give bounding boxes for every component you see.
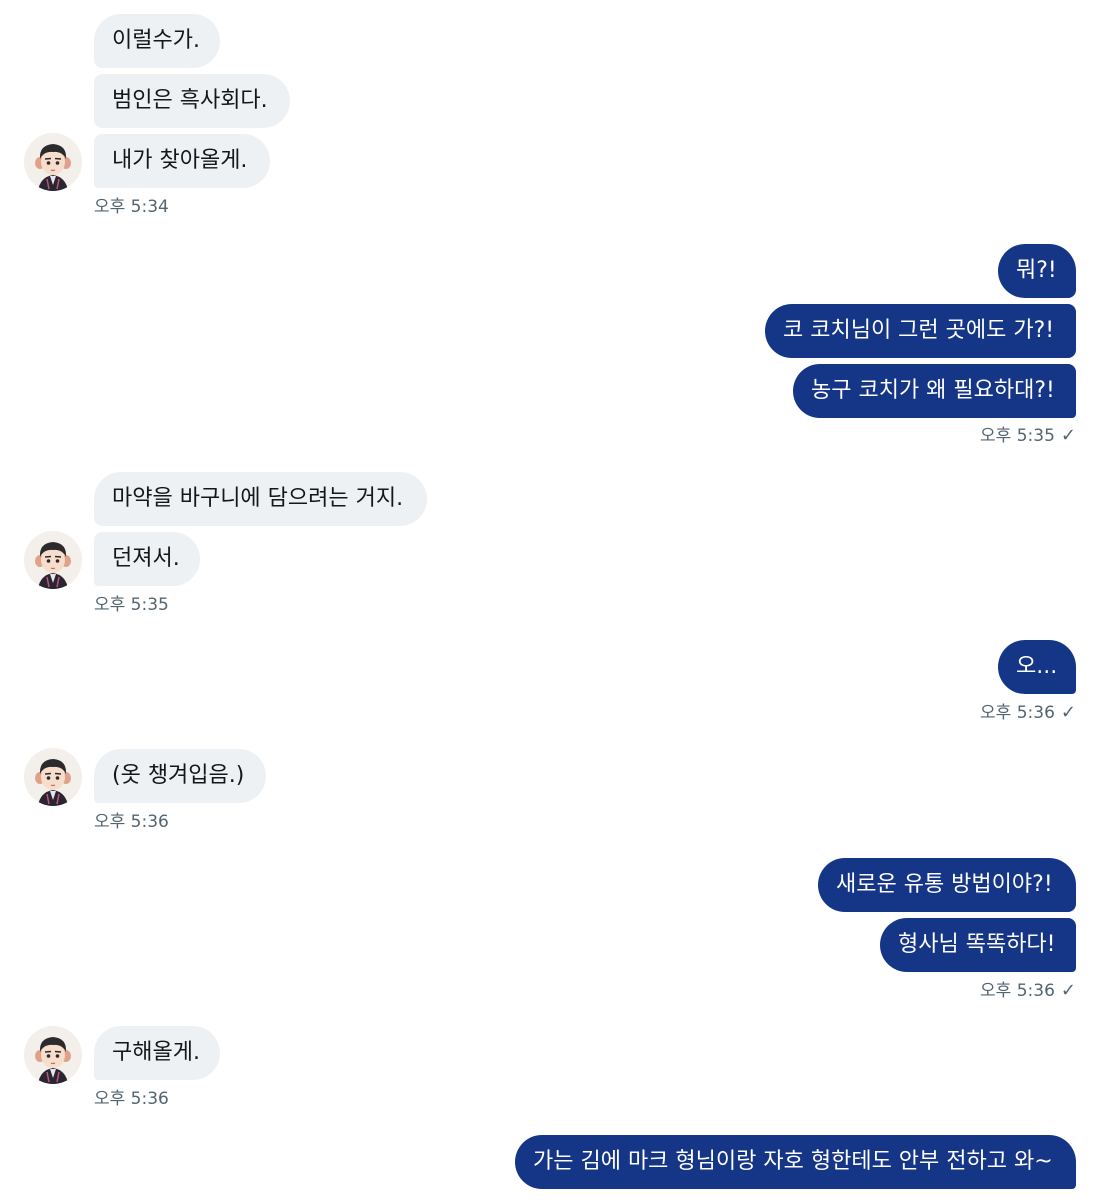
incoming-message-bubble[interactable]: (옷 챙겨입음.) bbox=[94, 749, 266, 803]
incoming-message-bubble[interactable]: 이럴수가. bbox=[94, 14, 220, 68]
character-avatar-icon[interactable] bbox=[24, 531, 82, 589]
incoming-message-bubble[interactable]: 던져서. bbox=[94, 532, 200, 586]
outgoing-message-bubble[interactable]: 가는 김에 마크 형님이랑 자호 형한테도 안부 전하고 와~ bbox=[515, 1135, 1076, 1189]
outgoing-message-bubble[interactable]: 농구 코치가 왜 필요하대?! bbox=[793, 364, 1076, 418]
outgoing-message-bubble[interactable]: 오... bbox=[998, 640, 1076, 694]
character-avatar-icon[interactable] bbox=[24, 748, 82, 806]
message-timestamp: 오후 5:36 ✓ bbox=[980, 980, 1076, 1002]
incoming-message-bubble[interactable]: 내가 찾아올게. bbox=[94, 134, 270, 188]
incoming-message-bubble[interactable]: 구해올게. bbox=[94, 1026, 220, 1080]
read-receipt-check-icon: ✓ bbox=[1060, 425, 1076, 446]
incoming-message-bubble[interactable]: 마약을 바구니에 담으려는 거지. bbox=[94, 472, 427, 526]
outgoing-message-bubble[interactable]: 코 코치님이 그런 곳에도 가?! bbox=[765, 304, 1076, 358]
timestamp-text: 오후 5:36 bbox=[94, 1089, 169, 1109]
message-timestamp: 오후 5:35 ✓ bbox=[980, 425, 1076, 447]
timestamp-text: 오후 5:34 bbox=[94, 197, 169, 217]
timestamp-text: 오후 5:36 bbox=[94, 812, 169, 832]
character-avatar-icon[interactable] bbox=[24, 133, 82, 191]
dm-conversation: 이럴수가. 범인은 흑사회다. 내가 찾아올게. 오후 5:34 뭐?! 코 코치님이 그… bbox=[0, 0, 1106, 1200]
message-timestamp: 오후 5:34 bbox=[94, 197, 169, 217]
timestamp-text: 오후 5:35 bbox=[94, 595, 169, 615]
character-avatar-icon[interactable] bbox=[24, 1026, 82, 1084]
message-timestamp: 오후 5:36 ✓ bbox=[980, 702, 1076, 724]
message-timestamp: 오후 5:35 bbox=[94, 595, 169, 615]
timestamp-text: 오후 5:36 bbox=[980, 703, 1055, 723]
read-receipt-check-icon: ✓ bbox=[1060, 980, 1076, 1001]
message-timestamp: 오후 5:36 bbox=[94, 812, 169, 832]
timestamp-text: 오후 5:36 bbox=[980, 981, 1055, 1001]
outgoing-message-bubble[interactable]: 형사님 똑똑하다! bbox=[880, 918, 1076, 972]
read-receipt-check-icon: ✓ bbox=[1060, 702, 1076, 723]
incoming-message-bubble[interactable]: 범인은 흑사회다. bbox=[94, 74, 290, 128]
outgoing-message-bubble[interactable]: 새로운 유통 방법이야?! bbox=[818, 858, 1076, 912]
outgoing-message-bubble[interactable]: 뭐?! bbox=[998, 244, 1076, 298]
timestamp-text: 오후 5:35 bbox=[980, 426, 1055, 446]
message-timestamp: 오후 5:36 bbox=[94, 1089, 169, 1109]
